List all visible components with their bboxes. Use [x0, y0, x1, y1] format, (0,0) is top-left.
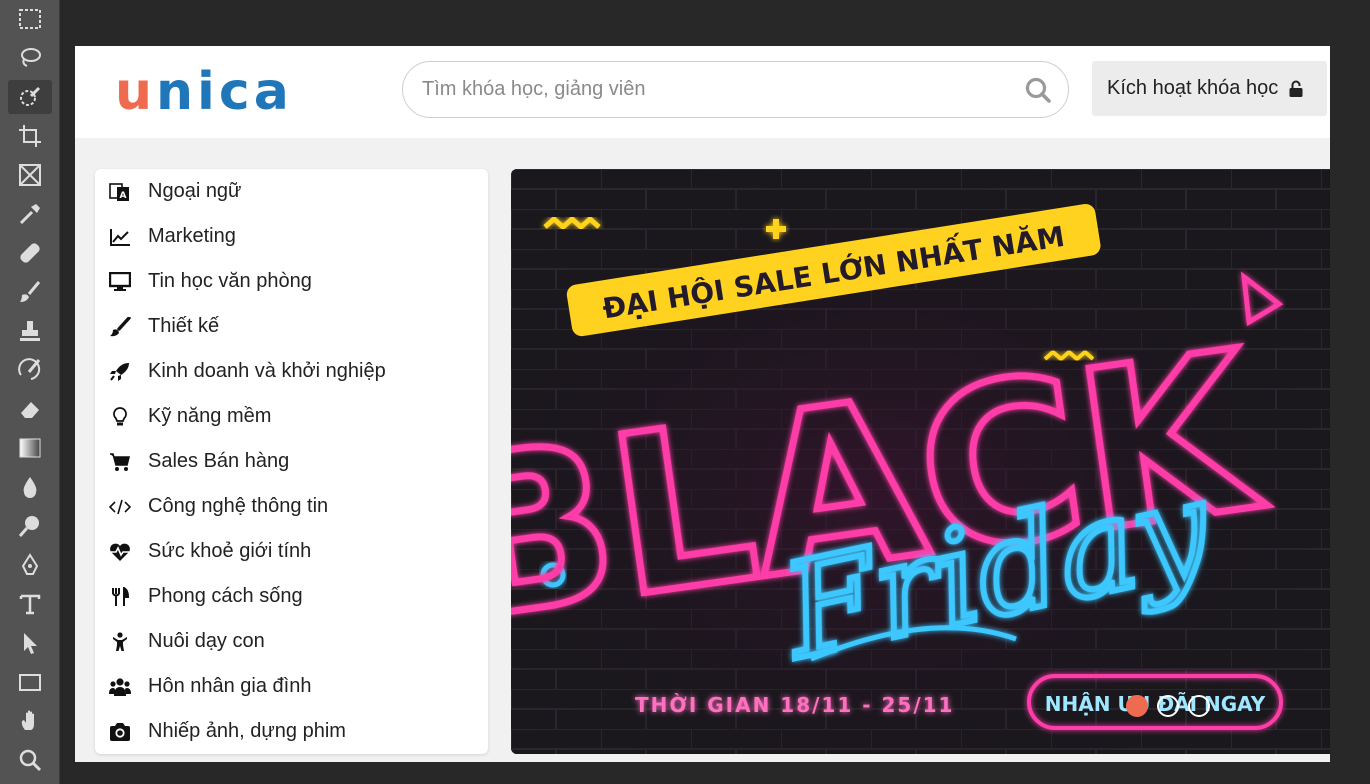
search-input[interactable]	[422, 78, 1002, 101]
unlock-icon	[1289, 80, 1303, 97]
dodge-icon[interactable]	[8, 509, 52, 543]
menu-item-label: Sức khoẻ giới tính	[148, 540, 312, 562]
promo-banner[interactable]: ĐẠI HỘI SALE LỚN NHẤT NĂM BLACK Friday T…	[511, 169, 1330, 754]
menu-item-label: Nuôi dạy con	[148, 630, 265, 652]
menu-item-tin-hoc[interactable]: Tin học văn phòng	[95, 259, 488, 304]
menu-item-label: Tin học văn phòng	[148, 270, 312, 292]
blur-icon[interactable]	[8, 470, 52, 504]
lasso-icon[interactable]	[8, 41, 52, 75]
site-header: unica Kích hoạt khóa học	[75, 46, 1330, 138]
banner-dates: THỜI GIAN 18/11 - 25/11	[635, 693, 954, 717]
history-brush-icon[interactable]	[8, 353, 52, 387]
carousel-dots	[1126, 695, 1210, 717]
eraser-icon[interactable]	[8, 392, 52, 426]
menu-item-label: Nhiếp ảnh, dựng phim	[148, 720, 346, 742]
carousel-dot-2[interactable]	[1157, 695, 1179, 717]
frame-icon[interactable]	[8, 158, 52, 192]
rectangle-icon[interactable]	[8, 665, 52, 699]
rocket-icon	[108, 361, 132, 383]
menu-item-suc-khoe[interactable]: Sức khoẻ giới tính	[95, 529, 488, 574]
svg-text:A: A	[120, 191, 127, 201]
eyedropper-icon[interactable]	[8, 197, 52, 231]
family-icon	[108, 676, 132, 698]
menu-item-cntt[interactable]: Công nghệ thông tin	[95, 484, 488, 529]
gradient-icon[interactable]	[8, 431, 52, 465]
type-icon[interactable]	[8, 587, 52, 621]
menu-item-label: Kinh doanh và khởi nghiệp	[148, 360, 386, 382]
menu-item-thiet-ke[interactable]: Thiết kế	[95, 304, 488, 349]
menu-item-ky-nang-mem[interactable]: Kỹ năng mềm	[95, 394, 488, 439]
menu-item-nuoi-day-con[interactable]: Nuôi dạy con	[95, 619, 488, 664]
code-icon	[108, 496, 132, 518]
child-icon	[108, 631, 132, 653]
menu-item-label: Sales Bán hàng	[148, 450, 290, 472]
logo-text: nica	[156, 62, 293, 122]
black-friday-artwork: ĐẠI HỘI SALE LỚN NHẤT NĂM BLACK Friday T…	[511, 169, 1330, 754]
chart-line-icon	[108, 226, 132, 248]
zoom-icon[interactable]	[8, 743, 52, 777]
search-icon[interactable]	[1024, 76, 1052, 104]
menu-item-phong-cach-song[interactable]: Phong cách sống	[95, 574, 488, 619]
activate-course-button[interactable]: Kích hoạt khóa học	[1092, 61, 1327, 116]
search-box	[402, 61, 1069, 118]
brush-icon[interactable]	[8, 275, 52, 309]
carousel-dot-3[interactable]	[1188, 695, 1210, 717]
unica-logo[interactable]: unica	[115, 64, 293, 120]
menu-item-label: Thiết kế	[148, 315, 220, 337]
paint-brush-icon	[108, 316, 132, 338]
clone-stamp-icon[interactable]	[8, 314, 52, 348]
menu-item-label: Ngoại ngữ	[148, 180, 242, 202]
healing-brush-icon[interactable]	[8, 236, 52, 270]
lightbulb-icon	[108, 406, 132, 428]
menu-item-marketing[interactable]: Marketing	[95, 214, 488, 259]
utensils-icon	[108, 586, 132, 608]
marquee-icon[interactable]	[8, 2, 52, 36]
pen-icon[interactable]	[8, 548, 52, 582]
menu-item-label: Công nghệ thông tin	[148, 495, 329, 517]
heartbeat-icon	[108, 541, 132, 563]
carousel-dot-1[interactable]	[1126, 695, 1148, 717]
photoshop-toolbar	[0, 0, 60, 784]
language-icon: A	[108, 181, 132, 203]
document-canvas: unica Kích hoạt khóa học A Ngoại ngữ Mark…	[75, 46, 1330, 762]
cart-icon	[108, 451, 132, 473]
menu-item-label: Marketing	[148, 225, 236, 247]
path-selection-icon[interactable]	[8, 626, 52, 660]
menu-item-sales[interactable]: Sales Bán hàng	[95, 439, 488, 484]
logo-letter-u: u	[115, 62, 157, 122]
hand-icon[interactable]	[8, 704, 52, 738]
menu-item-label: Hôn nhân gia đình	[148, 675, 312, 697]
menu-item-label: Phong cách sống	[148, 585, 303, 607]
menu-item-kinh-doanh[interactable]: Kinh doanh và khởi nghiệp	[95, 349, 488, 394]
menu-item-nhiep-anh[interactable]: Nhiếp ảnh, dựng phim	[95, 709, 488, 754]
menu-item-hon-nhan[interactable]: Hôn nhân gia đình	[95, 664, 488, 709]
menu-item-label: Kỹ năng mềm	[148, 405, 272, 427]
monitor-icon	[108, 271, 132, 293]
activate-course-label: Kích hoạt khóa học	[1107, 77, 1279, 99]
crop-icon[interactable]	[8, 119, 52, 153]
quick-selection-icon[interactable]	[8, 80, 52, 114]
menu-item-ngoai-ngu[interactable]: A Ngoại ngữ	[95, 169, 488, 214]
category-menu: A Ngoại ngữ Marketing Tin học văn phòng T…	[95, 169, 488, 754]
camera-icon	[108, 721, 132, 743]
